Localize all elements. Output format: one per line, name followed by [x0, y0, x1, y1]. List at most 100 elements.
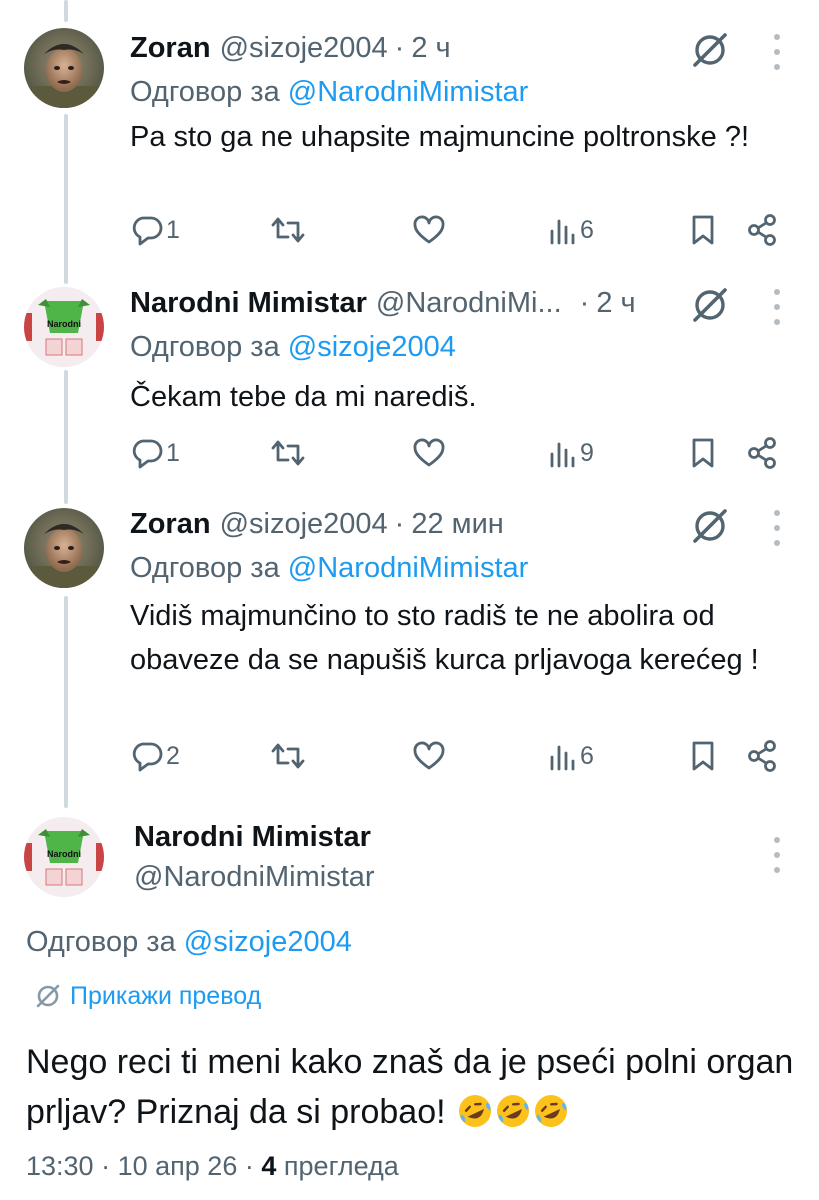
svg-text:Narodni: Narodni: [47, 849, 81, 859]
action-bar: 2 6: [130, 736, 790, 776]
separator-dot: ·: [394, 31, 405, 64]
bookmark-icon: [692, 741, 714, 771]
views-button[interactable]: 6: [548, 210, 594, 250]
reply-prefix: Одговор за: [26, 926, 176, 958]
tweet-text-content: Nego reci ti meni kako znaš da je pseći …: [26, 1043, 794, 1131]
more-icon[interactable]: [762, 289, 792, 325]
grok-icon[interactable]: [688, 283, 732, 327]
views-button[interactable]: 6: [548, 736, 594, 776]
reply-button[interactable]: 1: [130, 433, 180, 473]
reply-prefix: Одговор за: [130, 331, 280, 363]
author-name[interactable]: Zoran: [130, 508, 211, 541]
grok-icon[interactable]: [688, 28, 732, 72]
avatar[interactable]: Narodni: [24, 817, 104, 897]
rofl-emoji-icon: [497, 1095, 530, 1127]
reply-count: 1: [166, 215, 180, 244]
reply-context: Одговор за @NarodniMimistar: [130, 76, 528, 109]
bookmark-button[interactable]: [688, 433, 718, 473]
rofl-emoji-icon: [535, 1095, 568, 1127]
timestamp[interactable]: 2 ч: [596, 287, 635, 320]
like-button[interactable]: [412, 736, 446, 776]
retweet-button[interactable]: [270, 433, 306, 473]
share-button[interactable]: [746, 433, 778, 473]
reply-mention[interactable]: @sizoje2004: [184, 926, 352, 958]
share-icon: [748, 214, 776, 246]
post-time[interactable]: 13:30: [26, 1151, 94, 1181]
author-handle[interactable]: @NarodniMi...: [376, 287, 562, 320]
more-icon[interactable]: [762, 510, 792, 546]
share-icon: [748, 437, 776, 469]
avatar[interactable]: [24, 28, 104, 108]
author-handle[interactable]: @sizoje2004: [220, 32, 388, 65]
action-bar: 1 9: [130, 433, 790, 473]
bookmark-button[interactable]: [688, 736, 718, 776]
retweet-icon: [271, 440, 305, 466]
retweet-icon: [271, 743, 305, 769]
share-button[interactable]: [746, 210, 778, 250]
views-count: 9: [580, 438, 594, 467]
grok-icon[interactable]: [688, 504, 732, 548]
reply-prefix: Одговор за: [130, 552, 280, 584]
share-button[interactable]: [746, 736, 778, 776]
author-handle[interactable]: @sizoje2004: [220, 508, 388, 541]
like-button[interactable]: [412, 433, 446, 473]
views-icon: [550, 745, 575, 771]
like-icon: [413, 215, 445, 244]
translate-button[interactable]: Прикажи превод: [34, 978, 261, 1014]
like-icon: [413, 438, 445, 467]
views-button[interactable]: 9: [548, 433, 594, 473]
share-icon: [748, 740, 776, 772]
post-date[interactable]: 10 апр 26: [118, 1151, 238, 1181]
reply-icon: [132, 742, 163, 772]
separator-dot: ·: [394, 507, 405, 540]
author-name[interactable]: Narodni Mimistar: [130, 287, 367, 320]
emoji-group: [455, 1093, 569, 1131]
view-label: прегледа: [283, 1151, 399, 1181]
thread-line: [64, 114, 68, 284]
view-count: 4: [261, 1151, 277, 1181]
timestamp[interactable]: 2 ч: [411, 32, 450, 65]
thread-line: [64, 0, 68, 22]
svg-text:Narodni: Narodni: [47, 319, 81, 329]
reply-mention[interactable]: @NarodniMimistar: [288, 76, 529, 108]
views-count: 6: [580, 741, 594, 770]
reply-prefix: Одговор за: [130, 76, 280, 108]
separator-dot: ·: [579, 286, 590, 319]
reply-count: 1: [166, 438, 180, 467]
reply-button[interactable]: 2: [130, 736, 180, 776]
timestamp[interactable]: 22 мин: [411, 508, 503, 541]
translate-label: Прикажи превод: [70, 981, 262, 1010]
thread-line: [64, 596, 68, 808]
thread-line: [64, 370, 68, 504]
bookmark-button[interactable]: [688, 210, 718, 250]
bookmark-icon: [692, 438, 714, 468]
like-icon: [413, 741, 445, 770]
tweet-text: Nego reci ti meni kako znaš da je pseći …: [26, 1037, 796, 1137]
more-icon[interactable]: [762, 34, 792, 70]
retweet-icon: [271, 217, 305, 243]
reply-mention[interactable]: @sizoje2004: [288, 331, 456, 363]
avatar[interactable]: Narodni: [24, 287, 104, 367]
avatar[interactable]: [24, 508, 104, 588]
tweet-text: Čekam tebe da mi narediš.: [130, 381, 477, 413]
retweet-button[interactable]: [270, 210, 306, 250]
author-handle[interactable]: @NarodniMimistar: [134, 861, 375, 894]
author-name[interactable]: Zoran: [130, 32, 211, 65]
views-icon: [550, 442, 575, 468]
reply-context: Одговор за @sizoje2004: [130, 331, 456, 364]
reply-button[interactable]: 1: [130, 210, 180, 250]
reply-mention[interactable]: @NarodniMimistar: [288, 552, 529, 584]
reply-count: 2: [166, 741, 180, 770]
reply-context: Одговор за @sizoje2004: [26, 926, 352, 959]
reply-context: Одговор за @NarodniMimistar: [130, 552, 528, 585]
author-name[interactable]: Narodni Mimistar: [134, 821, 371, 854]
views-icon: [550, 219, 575, 245]
reply-icon: [132, 216, 163, 246]
tweet-meta: 13:30 · 10 апр 26 · 4 прегледа: [26, 1151, 399, 1182]
rofl-emoji-icon: [459, 1095, 492, 1127]
bookmark-icon: [692, 215, 714, 245]
like-button[interactable]: [412, 210, 446, 250]
tweet-text: Pa sto ga ne uhapsite majmuncine poltron…: [130, 121, 750, 153]
retweet-button[interactable]: [270, 736, 306, 776]
more-icon[interactable]: [762, 837, 792, 873]
